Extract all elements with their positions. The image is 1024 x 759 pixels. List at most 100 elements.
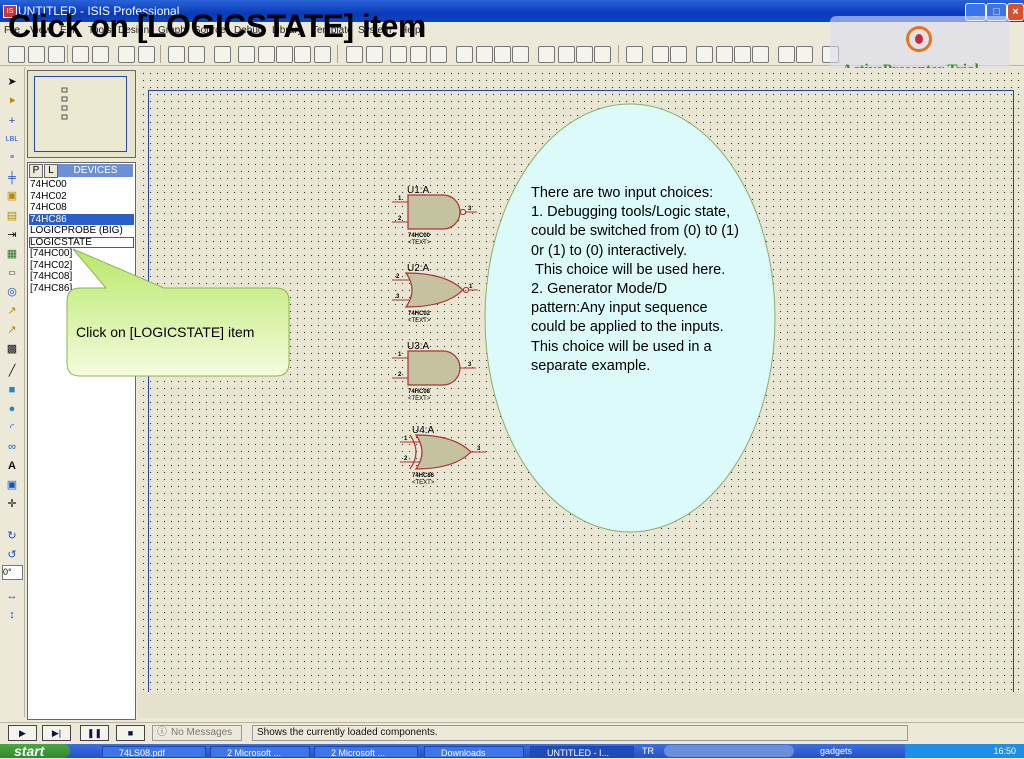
netlist-icon[interactable] — [796, 46, 813, 63]
gate-u1-nand[interactable]: U1:A 1 2 3 74HC00 <TEXT> — [388, 182, 488, 254]
arc-icon[interactable]: ◜ — [5, 422, 19, 434]
grid-icon[interactable] — [188, 46, 205, 63]
export-icon[interactable] — [92, 46, 109, 63]
gate-text: <TEXT> — [408, 318, 431, 324]
junction-dot-icon[interactable]: + — [5, 115, 19, 127]
print-icon[interactable] — [118, 46, 135, 63]
canvas-scroll-area[interactable] — [138, 692, 1024, 718]
device-item[interactable]: 74HC08 — [29, 202, 134, 213]
new-sheet-icon[interactable] — [696, 46, 713, 63]
line-icon[interactable]: ╱ — [5, 365, 19, 377]
media-player-controls[interactable] — [664, 745, 794, 757]
activepresenter-logo-mark — [915, 34, 923, 44]
device-item-selected[interactable]: 74HC86 — [29, 213, 134, 225]
gadgets-toolbar[interactable]: gadgets — [820, 746, 852, 756]
block-move-icon[interactable] — [476, 46, 493, 63]
block-delete-icon[interactable] — [512, 46, 529, 63]
start-button[interactable]: start — [0, 744, 70, 758]
wire-autorouter-icon[interactable] — [626, 46, 643, 63]
new-file-icon[interactable] — [8, 46, 25, 63]
path-icon[interactable]: ∞ — [5, 441, 19, 453]
zoom-in-icon[interactable] — [258, 46, 275, 63]
redo-icon[interactable] — [366, 46, 383, 63]
make-device-icon[interactable] — [558, 46, 575, 63]
subcircuit-icon[interactable]: ▣ — [5, 190, 19, 202]
taskbar-item[interactable]: 74LS08.pdf — [102, 746, 206, 758]
mirror-horizontal-icon[interactable]: ↔ — [5, 590, 19, 602]
stop-button[interactable]: ■ — [116, 725, 145, 741]
device-item[interactable]: 74HC02 — [29, 191, 134, 202]
paste-icon[interactable] — [430, 46, 447, 63]
generator-icon[interactable]: ◎ — [5, 286, 19, 298]
selection-mode-icon[interactable]: ➤ — [5, 76, 19, 88]
pick-device-icon[interactable] — [538, 46, 555, 63]
block-copy-icon[interactable] — [456, 46, 473, 63]
remove-sheet-icon[interactable] — [716, 46, 733, 63]
bus-icon[interactable]: ╪ — [5, 172, 19, 184]
zoom-area-icon[interactable] — [314, 46, 331, 63]
taskbar-item[interactable]: 2 Microsoft ... — [314, 746, 418, 758]
rotation-angle-field[interactable]: 0° — [2, 565, 23, 580]
play-button[interactable]: ▶ — [8, 725, 37, 741]
text-script-icon[interactable]: ≡ — [5, 152, 19, 164]
search-icon[interactable] — [652, 46, 669, 63]
packaging-icon[interactable] — [576, 46, 593, 63]
text-icon[interactable]: A — [5, 460, 19, 472]
property-tool-icon[interactable] — [670, 46, 687, 63]
copy-icon[interactable] — [410, 46, 427, 63]
messages-text: No Messages — [171, 727, 233, 738]
taskbar-item[interactable]: 2 Microsoft ... — [210, 746, 310, 758]
device-item[interactable]: 74HC00 — [29, 179, 134, 190]
refresh-icon[interactable] — [168, 46, 185, 63]
messages-indicator[interactable]: ⓘ No Messages — [152, 725, 242, 741]
language-indicator[interactable]: TR — [642, 746, 654, 756]
rotate-ccw-icon[interactable]: ↺ — [5, 549, 19, 561]
tape-recorder-icon[interactable]: ▭ — [5, 267, 19, 279]
taskbar-item-active[interactable]: UNTITLED - I... — [530, 746, 634, 758]
virtual-instruments-icon[interactable]: ▩ — [5, 343, 19, 355]
component-mode-icon[interactable]: ⯈ — [5, 96, 19, 108]
open-file-icon[interactable] — [28, 46, 45, 63]
origin-icon[interactable] — [214, 46, 231, 63]
import-icon[interactable] — [72, 46, 89, 63]
block-rotate-icon[interactable] — [494, 46, 511, 63]
library-manager-button[interactable]: L — [44, 164, 58, 178]
symbol-icon[interactable]: ▣ — [5, 479, 19, 491]
gate-u2-nor[interactable]: U2:A 2 3 1 74HC02 <TEXT> — [388, 260, 488, 332]
print-area-icon[interactable] — [138, 46, 155, 63]
terminals-icon[interactable]: ▤ — [5, 210, 19, 222]
undo-icon[interactable] — [346, 46, 363, 63]
gate-part: 74HC86 — [412, 473, 435, 479]
mirror-vertical-icon[interactable]: ↕ — [5, 609, 19, 621]
voltage-probe-icon[interactable]: ↗ — [5, 305, 19, 317]
device-pins-icon[interactable]: ⇥ — [5, 229, 19, 241]
current-probe-icon[interactable]: ↗ — [5, 324, 19, 336]
tutorial-caption: Click on [LOGICSTATE] item — [8, 8, 426, 44]
marker-icon[interactable]: ✛ — [5, 498, 19, 510]
pick-devices-button[interactable]: P — [29, 164, 43, 178]
zoom-out-icon[interactable] — [276, 46, 293, 63]
cut-icon[interactable] — [390, 46, 407, 63]
exit-sheet-icon[interactable] — [734, 46, 751, 63]
pause-button[interactable]: ❚❚ — [80, 725, 109, 741]
gate-u4-xor[interactable]: U4:A 1 2 3 74HC86 <TEXT> — [396, 422, 496, 494]
graph-icon[interactable]: ▦ — [5, 248, 19, 260]
box-icon[interactable]: ■ — [5, 384, 19, 396]
pin-label: 1 — [404, 436, 408, 442]
zoom-all-icon[interactable] — [294, 46, 311, 63]
taskbar-item[interactable]: Downloads — [424, 746, 524, 758]
step-button[interactable]: ▶| — [42, 725, 71, 741]
wire-label-icon[interactable]: LBL — [5, 134, 19, 146]
bom-icon[interactable] — [778, 46, 795, 63]
circle-icon[interactable]: ● — [5, 403, 19, 415]
rotate-cw-icon[interactable]: ↻ — [5, 530, 19, 542]
device-item[interactable]: LOGICPROBE (BIG) — [29, 225, 134, 236]
gate-text: <TEXT> — [412, 480, 435, 486]
decompose-icon[interactable] — [594, 46, 611, 63]
save-icon[interactable] — [48, 46, 65, 63]
zoom-child-icon[interactable] — [752, 46, 769, 63]
pan-icon[interactable] — [238, 46, 255, 63]
close-button[interactable]: × — [1007, 3, 1024, 21]
note-paragraph: This choice will be used in a separate e… — [531, 338, 716, 374]
gate-u3-and[interactable]: U3:A 1 2 3 74HC08 <TEXT> — [388, 338, 488, 410]
